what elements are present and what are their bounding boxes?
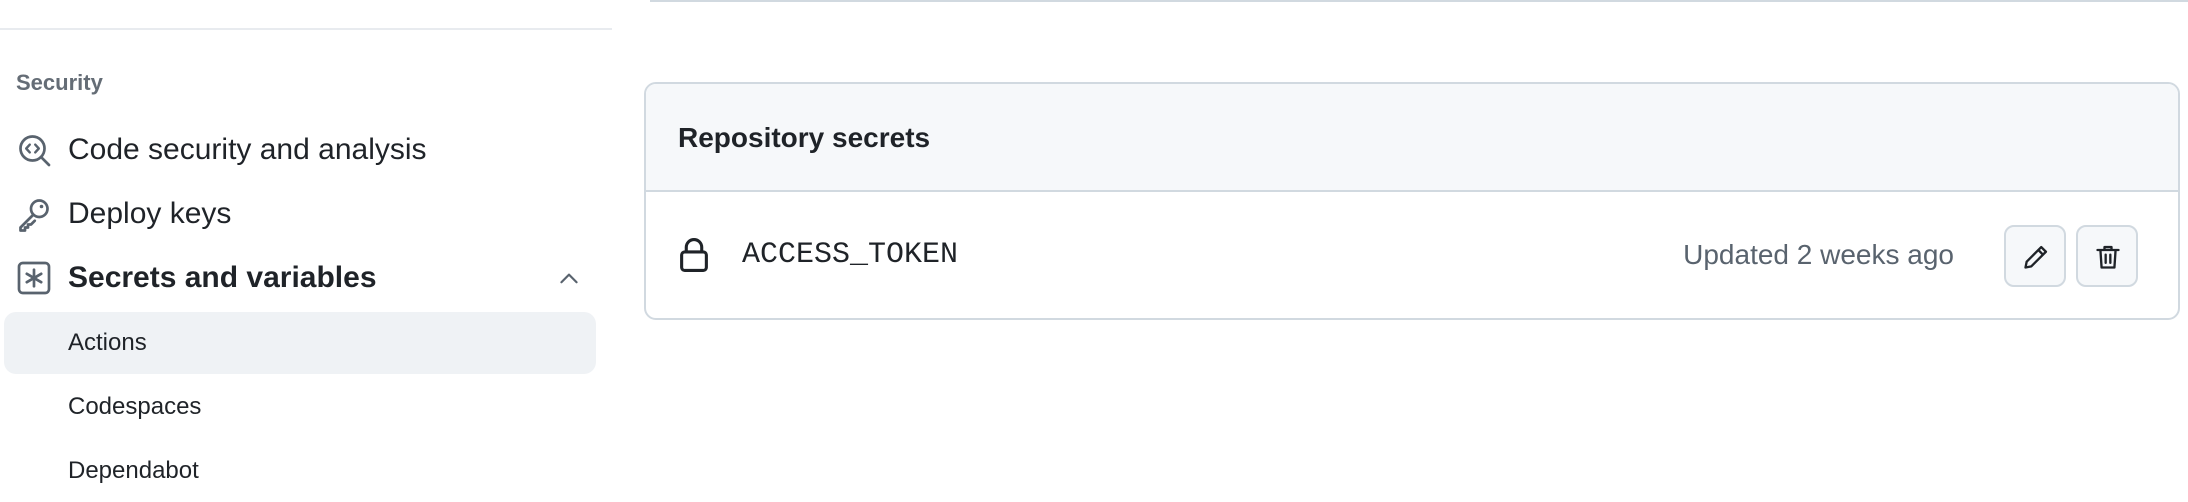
repository-secrets-panel: Repository secrets ACCESS_TOKEN Updated … <box>644 82 2180 320</box>
asterisk-icon <box>17 261 51 295</box>
sidebar-subitem-codespaces[interactable]: Codespaces <box>4 376 596 438</box>
lock-icon <box>680 238 708 272</box>
content-divider <box>650 0 2188 2</box>
secret-name: ACCESS_TOKEN <box>742 238 959 272</box>
panel-header: Repository secrets <box>646 84 2178 192</box>
sidebar-divider <box>0 28 612 30</box>
sidebar-subitem-dependabot[interactable]: Dependabot <box>4 440 596 502</box>
sidebar-item-code-security[interactable]: Code security and analysis <box>0 118 600 182</box>
panel-title: Repository secrets <box>678 122 931 153</box>
key-icon <box>19 199 49 232</box>
sidebar-subitem-label: Dependabot <box>68 457 199 484</box>
pencil-icon <box>2024 245 2048 269</box>
sidebar-item-label: Code security and analysis <box>68 133 427 166</box>
chevron-up-icon[interactable] <box>556 266 582 292</box>
settings-sidebar: Security Code security and analysis Depl… <box>0 0 612 492</box>
sidebar-item-label: Deploy keys <box>68 197 232 230</box>
codescan-icon <box>19 135 51 167</box>
sidebar-item-deploy-keys[interactable]: Deploy keys <box>0 182 600 246</box>
sidebar-item-label: Secrets and variables <box>68 261 377 294</box>
sidebar-subitem-label: Codespaces <box>68 393 202 420</box>
delete-secret-button[interactable] <box>2076 225 2138 287</box>
edit-secret-button[interactable] <box>2004 225 2066 287</box>
sidebar-item-secrets-and-variables[interactable]: Secrets and variables <box>0 246 600 310</box>
secret-updated-time: Updated 2 weeks ago <box>1683 239 1954 270</box>
sidebar-subitem-label: Actions <box>68 329 147 356</box>
secret-row: ACCESS_TOKEN Updated 2 weeks ago <box>646 192 2178 318</box>
section-heading-security: Security <box>16 70 103 95</box>
trash-icon <box>2096 245 2120 269</box>
sidebar-subitem-actions[interactable]: Actions <box>4 312 596 374</box>
